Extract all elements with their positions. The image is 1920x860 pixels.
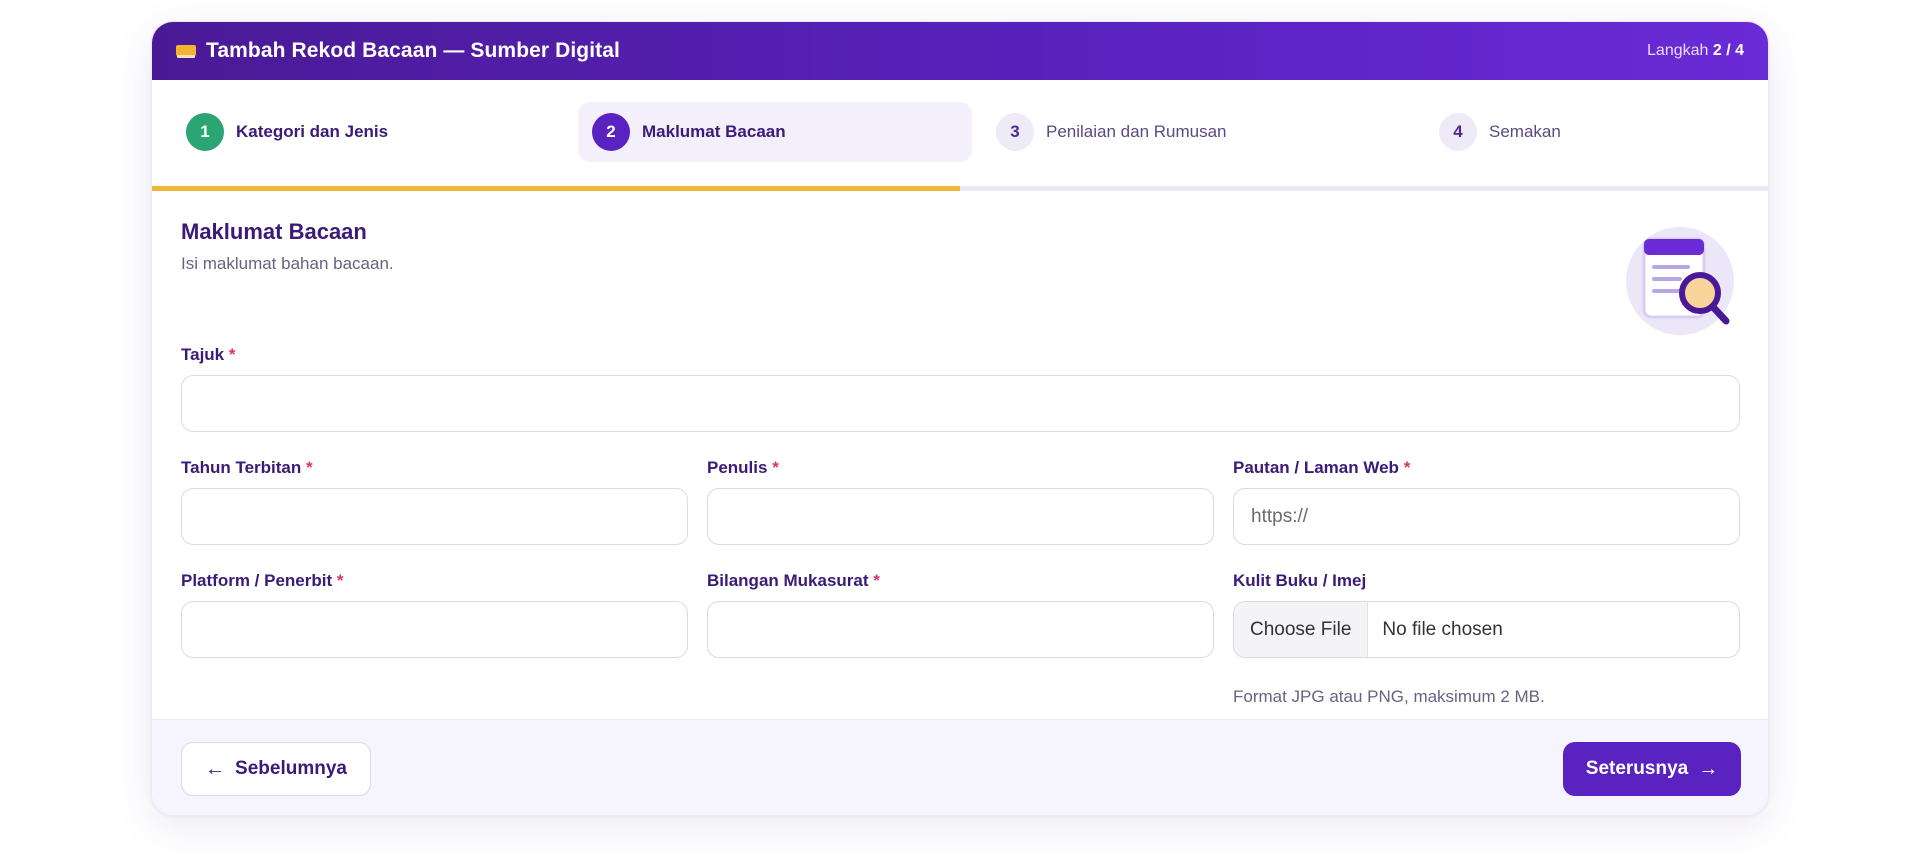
mukasurat-label: Bilangan Mukasurat * xyxy=(707,571,880,590)
platform-input[interactable] xyxy=(181,601,688,658)
step-number: 1 xyxy=(186,113,224,151)
book-icon xyxy=(176,43,196,59)
step-maklumat[interactable]: 2 Maklumat Bacaan xyxy=(578,102,972,162)
tahun-label: Tahun Terbitan * xyxy=(181,458,313,477)
step-label: Kategori dan Jenis xyxy=(236,122,389,141)
pautan-input[interactable] xyxy=(1233,488,1740,545)
penulis-input[interactable] xyxy=(707,488,1214,545)
card-header: Tambah Rekod Bacaan — Sumber Digital Lan… xyxy=(152,22,1768,80)
step-number: 2 xyxy=(592,113,630,151)
page-title: Tambah Rekod Bacaan — Sumber Digital xyxy=(206,39,620,62)
previous-button-label: Sebelumnya xyxy=(235,758,347,779)
step-label: Penilaian dan Rumusan xyxy=(1046,122,1227,141)
next-button-label: Seterusnya xyxy=(1585,758,1689,779)
cover-file-input[interactable]: Choose File No file chosen xyxy=(1233,601,1740,658)
arrow-right-icon: → xyxy=(1698,758,1719,780)
step-semakan[interactable]: 4 Semakan xyxy=(1425,102,1745,162)
step-kategori[interactable]: 1 Kategori dan Jenis xyxy=(172,102,552,162)
progress-fill xyxy=(152,186,960,191)
tahun-input[interactable] xyxy=(181,488,688,545)
step-number: 3 xyxy=(996,113,1034,151)
previous-button[interactable]: ← Sebelumnya xyxy=(181,742,371,796)
next-button[interactable]: Seterusnya → xyxy=(1563,742,1741,796)
section-subtitle: Isi maklumat bahan bacaan. xyxy=(181,254,394,273)
step-number: 4 xyxy=(1439,113,1477,151)
step-label: Semakan xyxy=(1489,122,1561,141)
tajuk-label: Tajuk * xyxy=(181,345,236,364)
pautan-label: Pautan / Laman Web * xyxy=(1233,458,1411,477)
section-title: Maklumat Bacaan xyxy=(181,219,367,244)
platform-label: Platform / Penerbit * xyxy=(181,571,344,590)
progress-track xyxy=(152,186,1768,191)
step-penilaian[interactable]: 3 Penilaian dan Rumusan xyxy=(982,102,1382,162)
form-card: Tambah Rekod Bacaan — Sumber Digital Lan… xyxy=(151,21,1769,816)
stepper: 1 Kategori dan Jenis 2 Maklumat Bacaan 3… xyxy=(152,80,1768,195)
mukasurat-input[interactable] xyxy=(707,601,1214,658)
arrow-left-icon: ← xyxy=(205,758,226,780)
card-footer: ← Sebelumnya Seterusnya → xyxy=(152,719,1768,815)
choose-file-button[interactable]: Choose File xyxy=(1234,602,1369,657)
step-indicator-value: 2 / 4 xyxy=(1712,42,1744,59)
step-label: Maklumat Bacaan xyxy=(642,122,786,141)
document-search-icon xyxy=(1626,227,1734,335)
step-indicator-prefix: Langkah xyxy=(1647,42,1709,59)
step-indicator: Langkah 2 / 4 xyxy=(1647,42,1744,60)
header-title-group: Tambah Rekod Bacaan — Sumber Digital xyxy=(176,39,620,63)
tajuk-input[interactable] xyxy=(181,375,1740,432)
penulis-label: Penulis * xyxy=(707,458,779,477)
file-hint: Format JPG atau PNG, maksimum 2 MB. xyxy=(1233,687,1545,706)
file-name-text: No file chosen xyxy=(1382,618,1503,640)
kulit-label: Kulit Buku / Imej xyxy=(1233,571,1367,590)
